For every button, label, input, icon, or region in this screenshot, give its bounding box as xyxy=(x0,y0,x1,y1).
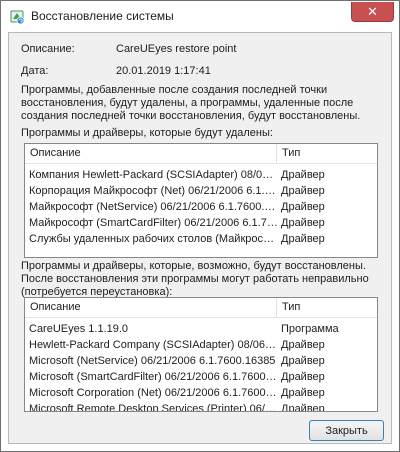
deleted-caption: Программы и драйверы, которые будут удал… xyxy=(21,127,273,139)
restored-list-header: Описание Тип xyxy=(25,298,377,318)
item-type: Драйвер xyxy=(281,185,325,197)
item-description: Hewlett-Packard Company (SCSIAdapter) 08… xyxy=(29,339,279,351)
list-item[interactable]: Майкрософт (NetService) 06/21/2006 6.1.7… xyxy=(25,199,377,215)
description-label: Описание: xyxy=(21,43,75,55)
item-description: CareUEyes 1.1.19.0 xyxy=(29,323,129,335)
dialog-body: Описание: CareUEyes restore point Дата: … xyxy=(8,32,392,444)
item-type: Драйвер xyxy=(281,201,325,213)
list-item[interactable]: Компания Hewlett-Packard (SCSIAdapter) 0… xyxy=(25,167,377,183)
restored-caption: Программы и драйверы, которые, возможно,… xyxy=(21,260,369,298)
column-header-type[interactable]: Тип xyxy=(277,298,377,317)
item-description: Microsoft (SmartCardFilter) 06/21/2006 6… xyxy=(29,371,279,383)
item-type: Драйвер xyxy=(281,217,325,229)
deleted-list-header: Описание Тип xyxy=(25,144,377,164)
item-description: Корпорация Майкрософт (Net) 06/21/2006 6… xyxy=(29,185,279,197)
window-close-button[interactable]: ✕ xyxy=(351,2,394,22)
list-item[interactable]: Корпорация Майкрософт (Net) 06/21/2006 6… xyxy=(25,183,377,199)
item-type: Драйвер xyxy=(281,387,325,399)
restored-list[interactable]: Описание Тип CareUEyes 1.1.19.0 Программ… xyxy=(24,297,378,412)
list-item[interactable]: Службы удаленных рабочих столов (Майкрос… xyxy=(25,231,377,247)
item-type: Драйвер xyxy=(281,355,325,367)
item-type: Драйвер xyxy=(281,169,325,181)
item-type: Драйвер xyxy=(281,371,325,383)
list-item[interactable]: Microsoft (SmartCardFilter) 06/21/2006 6… xyxy=(25,369,377,385)
list-item[interactable]: CareUEyes 1.1.19.0 Программа xyxy=(25,321,377,337)
item-description: Компания Hewlett-Packard (SCSIAdapter) 0… xyxy=(29,169,279,181)
list-item[interactable]: Hewlett-Packard Company (SCSIAdapter) 08… xyxy=(25,337,377,353)
list-item[interactable]: Microsoft Corporation (Net) 06/21/2006 6… xyxy=(25,385,377,401)
date-label: Дата: xyxy=(21,65,49,77)
item-type: Драйвер xyxy=(281,403,325,412)
item-description: Microsoft Remote Desktop Services (Print… xyxy=(29,403,279,412)
item-type: Драйвер xyxy=(281,233,325,245)
column-header-description[interactable]: Описание xyxy=(25,144,277,163)
item-description: Microsoft (NetService) 06/21/2006 6.1.76… xyxy=(29,355,276,367)
item-description: Microsoft Corporation (Net) 06/21/2006 6… xyxy=(29,387,279,399)
deleted-list[interactable]: Описание Тип Компания Hewlett-Packard (S… xyxy=(24,143,378,258)
close-button[interactable]: Закрыть xyxy=(309,420,384,441)
description-value: CareUEyes restore point xyxy=(116,43,237,55)
close-icon: ✕ xyxy=(367,4,378,19)
list-item[interactable]: Microsoft Remote Desktop Services (Print… xyxy=(25,401,377,412)
item-type: Драйвер xyxy=(281,339,325,351)
list-item[interactable]: Microsoft (NetService) 06/21/2006 6.1.76… xyxy=(25,353,377,369)
title-bar[interactable]: Восстановление системы ✕ xyxy=(1,1,399,32)
date-value: 20.01.2019 1:17:41 xyxy=(116,65,211,77)
item-description: Майкрософт (NetService) 06/21/2006 6.1.7… xyxy=(29,201,279,213)
system-restore-icon xyxy=(10,10,25,25)
system-restore-window: Восстановление системы ✕ Описание: CareU… xyxy=(0,0,400,452)
window-title: Восстановление системы xyxy=(31,9,174,23)
list-item[interactable]: Майкрософт (SmartCardFilter) 06/21/2006 … xyxy=(25,215,377,231)
item-description: Службы удаленных рабочих столов (Майкрос… xyxy=(29,233,279,245)
item-type: Программа xyxy=(281,323,339,335)
item-description: Майкрософт (SmartCardFilter) 06/21/2006 … xyxy=(29,217,279,229)
column-header-type[interactable]: Тип xyxy=(277,144,377,163)
column-header-description[interactable]: Описание xyxy=(25,298,277,317)
intro-text: Программы, добавленные после создания по… xyxy=(21,84,361,122)
